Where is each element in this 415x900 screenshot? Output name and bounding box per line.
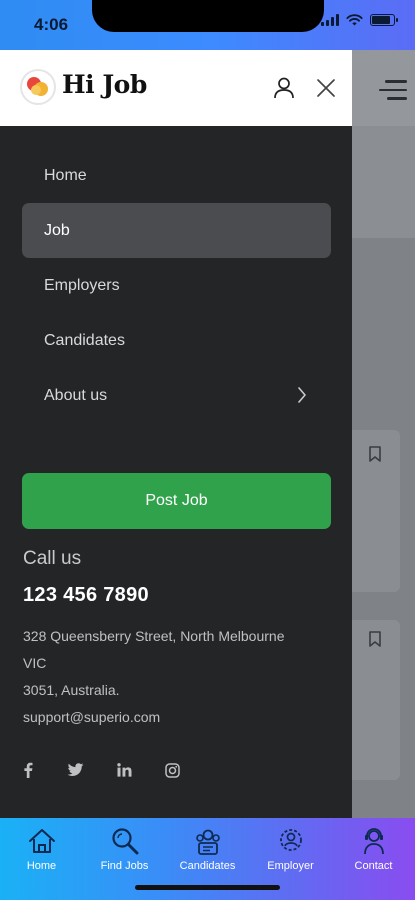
tab-home[interactable]: Home (0, 826, 83, 872)
tab-label: Contact (354, 860, 393, 872)
candidates-icon (195, 829, 220, 855)
tab-label: Home (26, 860, 57, 872)
status-bar: 4:06 (0, 0, 415, 50)
twitter-icon[interactable] (67, 763, 84, 777)
logo-icon (20, 69, 56, 105)
battery-icon (370, 14, 398, 26)
tab-employer[interactable]: Employer (249, 826, 332, 872)
navigation-drawer: Hi Job Home Job Employers Candidates Abo… (0, 50, 352, 818)
tab-find-jobs[interactable]: Find Jobs (83, 826, 166, 872)
background-banner (352, 126, 415, 238)
search-icon (111, 828, 138, 855)
menu-item-label: Job (44, 221, 70, 239)
close-icon[interactable] (316, 78, 336, 98)
bookmark-icon[interactable] (368, 631, 382, 648)
facebook-icon[interactable] (22, 762, 34, 778)
home-icon (28, 829, 55, 853)
tab-label: Candidates (179, 860, 236, 872)
menu-item-candidates[interactable]: Candidates (22, 313, 331, 368)
instagram-icon[interactable] (165, 762, 180, 778)
tab-label: Find Jobs (100, 860, 149, 872)
drawer-header: Hi Job (0, 50, 352, 126)
bookmark-icon[interactable] (368, 446, 382, 463)
drawer-menu: Home Job Employers Candidates About us (22, 148, 331, 423)
contact-icon (363, 828, 384, 855)
tab-label: Employer (267, 860, 314, 872)
menu-item-label: About us (44, 386, 108, 404)
tab-contact[interactable]: Contact (332, 826, 415, 872)
address-line: VIC (23, 655, 47, 671)
status-time: 4:06 (34, 15, 69, 34)
phone-number[interactable]: 123 456 7890 (23, 584, 149, 607)
employer-icon (279, 829, 302, 851)
chevron-right-icon (298, 387, 306, 403)
wifi-icon (346, 14, 363, 26)
menu-item-label: Employers (44, 276, 120, 294)
menu-item-employers[interactable]: Employers (22, 258, 331, 313)
menu-item-job[interactable]: Job (22, 203, 331, 258)
social-links (22, 762, 180, 778)
hamburger-menu-icon[interactable] (379, 80, 407, 100)
signal-icon (321, 14, 339, 26)
menu-item-about-us[interactable]: About us (22, 368, 331, 423)
user-icon[interactable] (272, 76, 296, 100)
home-indicator (135, 885, 280, 890)
background-header (352, 50, 415, 126)
brand-name: Hi Job (62, 70, 147, 99)
battery-level (372, 16, 390, 24)
call-us-heading: Call us (23, 548, 82, 569)
menu-item-label: Candidates (44, 331, 125, 349)
menu-item-label: Home (44, 166, 87, 184)
post-job-button[interactable]: Post Job (22, 473, 331, 529)
linkedin-icon[interactable] (117, 763, 132, 777)
tab-candidates[interactable]: Candidates (166, 826, 249, 872)
support-email[interactable]: support@superio.com (23, 709, 160, 725)
status-icons (321, 14, 398, 26)
address-line: 328 Queensberry Street, North Melbourne (23, 628, 285, 644)
address-line: 3051, Australia. (23, 682, 120, 698)
menu-item-home[interactable]: Home (22, 148, 331, 203)
device-notch (92, 0, 324, 32)
